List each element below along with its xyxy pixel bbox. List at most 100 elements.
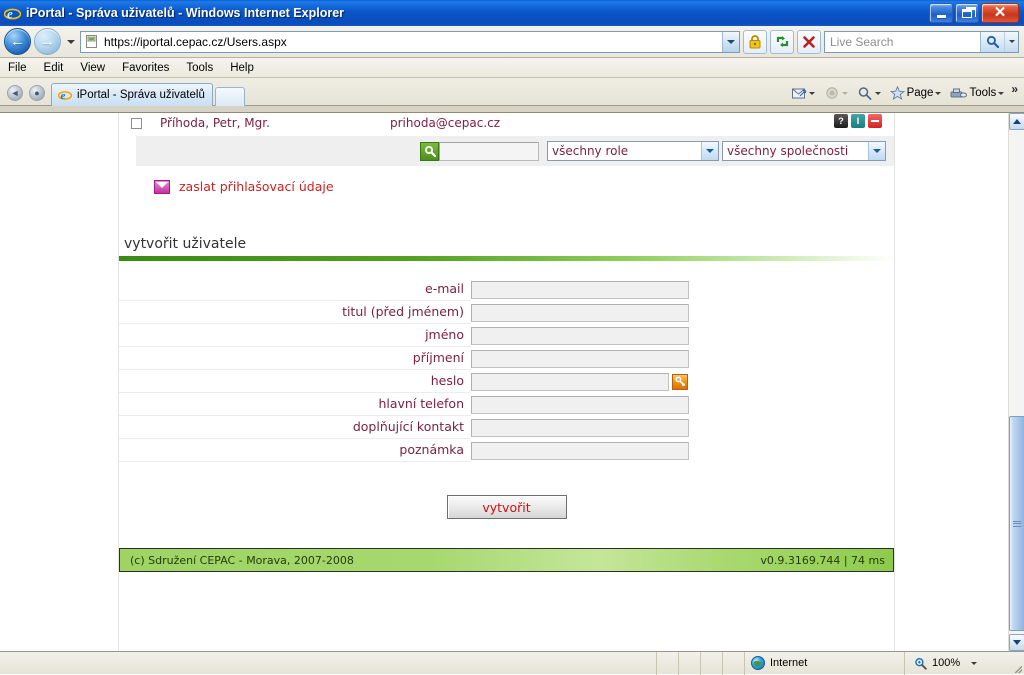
refresh-icon[interactable] <box>770 29 794 54</box>
chevron-down-icon[interactable] <box>971 661 978 665</box>
filter-query-input[interactable] <box>439 141 539 161</box>
web-content: Příhoda, Petr, Mgr. prihoda@cepac.cz ? I <box>118 113 895 651</box>
form-row-firstname: jméno <box>119 324 894 347</box>
main-phone-field[interactable] <box>471 395 689 414</box>
scrollbar-track[interactable] <box>1009 130 1024 634</box>
form-row-password: heslo <box>119 370 894 393</box>
info-icon[interactable]: I <box>851 114 865 128</box>
live-search-box[interactable]: Live Search <box>824 30 1019 53</box>
search-magnifier-icon[interactable] <box>980 31 1004 52</box>
svg-text:e: e <box>7 6 13 21</box>
envelope-icon <box>154 179 170 194</box>
stop-icon[interactable] <box>797 29 821 54</box>
security-zone-label: Internet <box>770 657 808 669</box>
padlock-icon[interactable] <box>743 29 767 54</box>
tab-bar: ◄ ● e iPortal - Správa uživatelů Page To… <box>0 78 1024 106</box>
generate-password-icon[interactable] <box>672 373 688 390</box>
email-label: e-mail <box>119 278 471 301</box>
role-select-value: všechny role <box>552 144 629 158</box>
password-field[interactable] <box>471 372 669 391</box>
delete-icon[interactable] <box>868 114 882 128</box>
zoom-magnifier-icon <box>913 656 927 670</box>
page-button-label: Page <box>906 87 934 99</box>
page-title: vytvořit uživatele <box>124 236 247 252</box>
search-dropdown-icon[interactable] <box>1004 31 1018 52</box>
back-button[interactable]: ← <box>4 28 31 55</box>
zoom-level-label: 100% <box>932 657 961 669</box>
minimize-button[interactable] <box>929 3 953 23</box>
firstname-label: jméno <box>119 324 471 347</box>
status-bar: Internet 100% <box>0 651 1024 675</box>
status-segment-1 <box>657 651 679 675</box>
svg-text:e: e <box>61 90 66 102</box>
ie-page-icon: e <box>57 87 73 103</box>
firstname-field[interactable] <box>471 326 689 345</box>
page-canvas: Příhoda, Petr, Mgr. prihoda@cepac.cz ? I <box>0 113 1008 651</box>
filter-row: všechny role všechny společnosti <box>136 136 894 166</box>
create-user-section: vytvořit uživatele <box>119 236 894 261</box>
status-segment-3 <box>701 651 723 675</box>
email-field[interactable] <box>471 280 689 299</box>
form-row-title-prefix: titul (před jménem) <box>119 301 894 324</box>
scroll-down-arrow-icon[interactable] <box>1009 634 1024 651</box>
company-select[interactable]: všechny společnosti <box>722 141 886 161</box>
help-icon[interactable]: ? <box>834 114 848 128</box>
search-magnifier-icon[interactable] <box>420 141 439 161</box>
zoom-control[interactable]: 100% <box>905 656 1010 670</box>
footer-copyright: (c) Sdružení CEPAC - Morava, 2007-2008 <box>130 553 354 567</box>
restore-button[interactable] <box>955 3 979 23</box>
status-message <box>0 651 657 675</box>
menu-bar: File Edit View Favorites Tools Help <box>0 58 1024 78</box>
forward-button[interactable]: → <box>34 28 61 55</box>
mail-button[interactable] <box>787 83 819 103</box>
window-resize-handle[interactable] <box>1010 652 1024 675</box>
security-zone[interactable]: Internet <box>745 651 905 675</box>
scroll-thumb[interactable] <box>1009 416 1024 631</box>
additional-contact-field[interactable] <box>471 418 689 437</box>
note-field[interactable] <box>471 441 689 460</box>
tab-label: iPortal - Správa uživatelů <box>77 89 205 101</box>
tools-button[interactable]: Tools <box>946 83 1008 103</box>
menu-item-help[interactable]: Help <box>230 60 263 76</box>
create-user-form: e-mail titul (před jménem) jméno příjmen… <box>119 261 894 519</box>
quick-tab-list-icon[interactable]: ● <box>29 85 45 101</box>
scroll-up-arrow-icon[interactable] <box>1009 113 1024 130</box>
page-favicon-icon <box>84 34 100 50</box>
row-checkbox[interactable] <box>131 117 142 129</box>
search-button[interactable] <box>853 83 885 103</box>
quick-tab-back-icon[interactable]: ◄ <box>7 85 23 101</box>
title-prefix-field[interactable] <box>471 303 689 322</box>
url-dropdown-icon[interactable] <box>722 31 739 52</box>
menu-item-favorites[interactable]: Favorites <box>122 60 178 76</box>
menu-item-view[interactable]: View <box>80 60 114 76</box>
vertical-scrollbar[interactable] <box>1008 113 1024 651</box>
page-button[interactable]: Page <box>886 83 946 103</box>
chevron-down-icon[interactable] <box>868 142 885 160</box>
print-button[interactable] <box>820 83 852 103</box>
lastname-field[interactable] <box>471 349 689 368</box>
status-segment-2 <box>679 651 701 675</box>
overflow-chevron-icon[interactable]: » <box>1009 82 1020 96</box>
history-dropdown-icon[interactable] <box>64 39 77 44</box>
menu-item-tools[interactable]: Tools <box>186 60 222 76</box>
lastname-label: příjmení <box>119 347 471 370</box>
url-bar[interactable]: https://iportal.cepac.cz/Users.aspx <box>80 30 740 53</box>
close-button[interactable]: ✕ <box>981 3 1019 23</box>
role-select[interactable]: všechny role <box>547 141 719 161</box>
window-title: iPortal - Správa uživatelů - Windows Int… <box>26 6 345 20</box>
note-label: poznámka <box>119 439 471 462</box>
create-user-button[interactable]: vytvořit <box>446 495 567 519</box>
row-actions: ? I <box>834 114 882 128</box>
form-row-lastname: příjmení <box>119 347 894 370</box>
quick-tabs: ◄ ● <box>4 85 51 105</box>
table-row[interactable]: Příhoda, Petr, Mgr. prihoda@cepac.cz ? I <box>119 113 894 133</box>
chevron-down-icon[interactable] <box>701 142 718 160</box>
new-tab-button[interactable] <box>214 87 245 106</box>
menu-item-edit[interactable]: Edit <box>44 60 73 76</box>
footer-version: v0.9.3169.744 | 74 ms <box>760 553 885 567</box>
tab-iportal[interactable]: e iPortal - Správa uživatelů <box>51 83 213 106</box>
menu-item-file[interactable]: File <box>8 60 36 76</box>
search-input[interactable]: Live Search <box>825 35 980 49</box>
globe-icon <box>751 656 765 670</box>
send-credentials-link[interactable]: zaslat přihlašovací údaje <box>119 166 894 194</box>
